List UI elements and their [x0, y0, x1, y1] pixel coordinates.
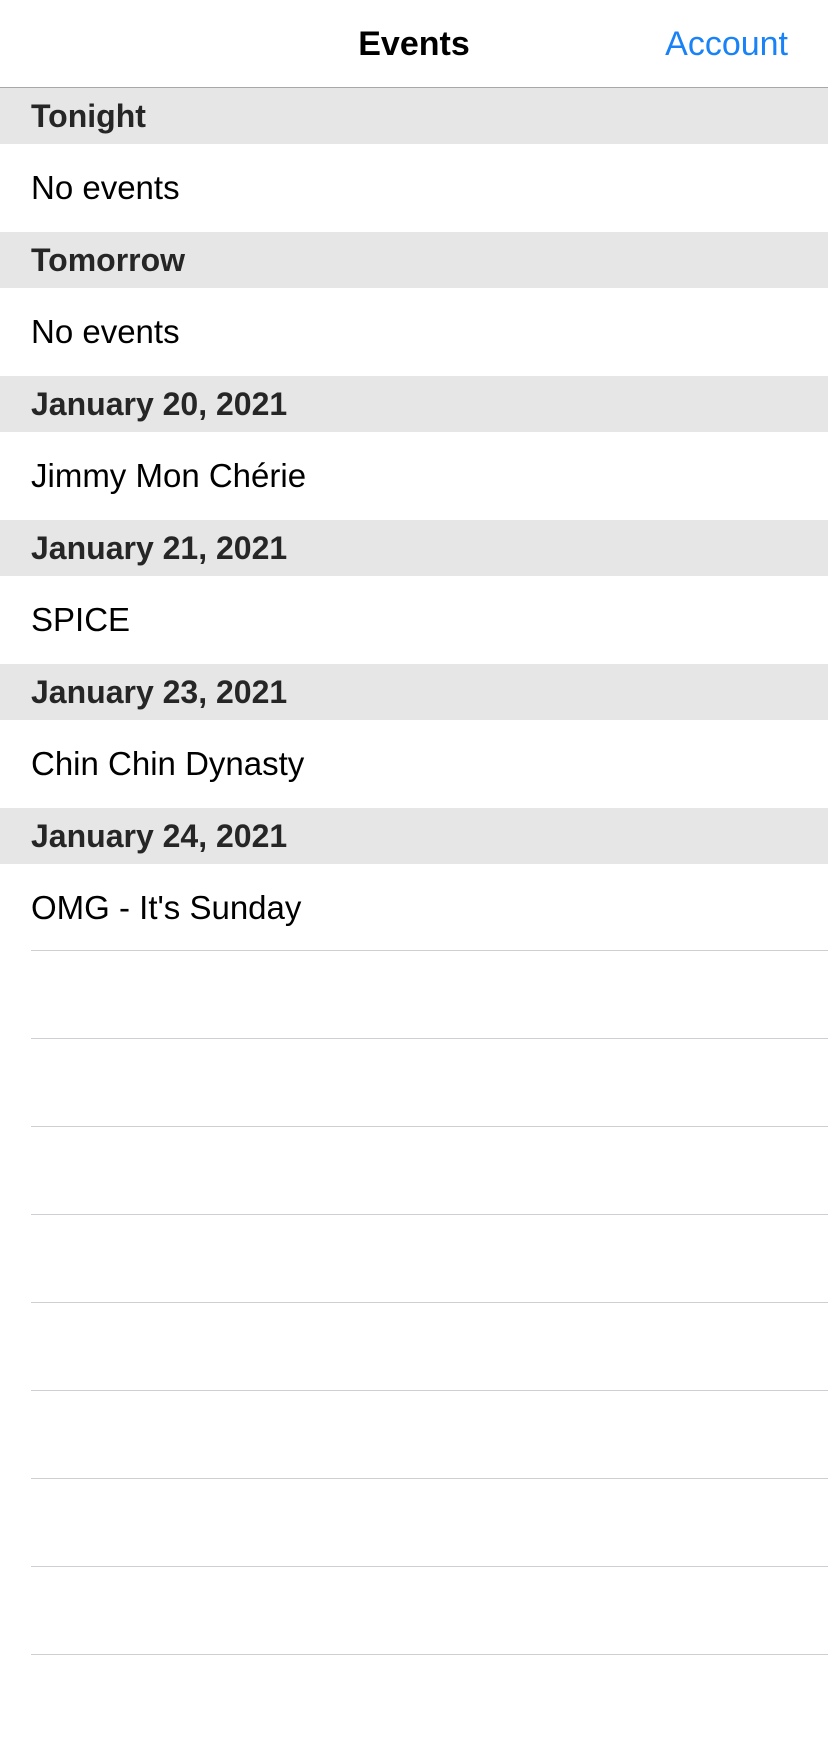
empty-row-separator [31, 1478, 828, 1566]
event-row[interactable]: No events [0, 288, 828, 376]
empty-row-separator [31, 1038, 828, 1126]
empty-row-separator [31, 1126, 828, 1214]
event-row[interactable]: Chin Chin Dynasty [0, 720, 828, 808]
account-button[interactable]: Account [665, 0, 788, 88]
empty-row-separator [31, 1654, 828, 1742]
section-header-tonight: Tonight [0, 88, 828, 144]
section-header-date: January 24, 2021 [0, 808, 828, 864]
empty-row-separator [31, 950, 828, 1038]
empty-row-separator [31, 1390, 828, 1478]
section-header-date: January 23, 2021 [0, 664, 828, 720]
event-row[interactable]: Jimmy Mon Chérie [0, 432, 828, 520]
empty-row-separator [31, 1214, 828, 1302]
event-row[interactable]: OMG - It's Sunday [0, 864, 828, 952]
event-row[interactable]: SPICE [0, 576, 828, 664]
section-header-tomorrow: Tomorrow [0, 232, 828, 288]
empty-row-separator [31, 1566, 828, 1654]
navigation-bar: Events Account [0, 0, 828, 88]
section-header-date: January 21, 2021 [0, 520, 828, 576]
empty-row-separator [31, 1302, 828, 1390]
empty-table-rows [0, 950, 828, 1742]
event-row[interactable]: No events [0, 144, 828, 232]
events-table: Tonight No events Tomorrow No events Jan… [0, 88, 828, 952]
section-header-date: January 20, 2021 [0, 376, 828, 432]
